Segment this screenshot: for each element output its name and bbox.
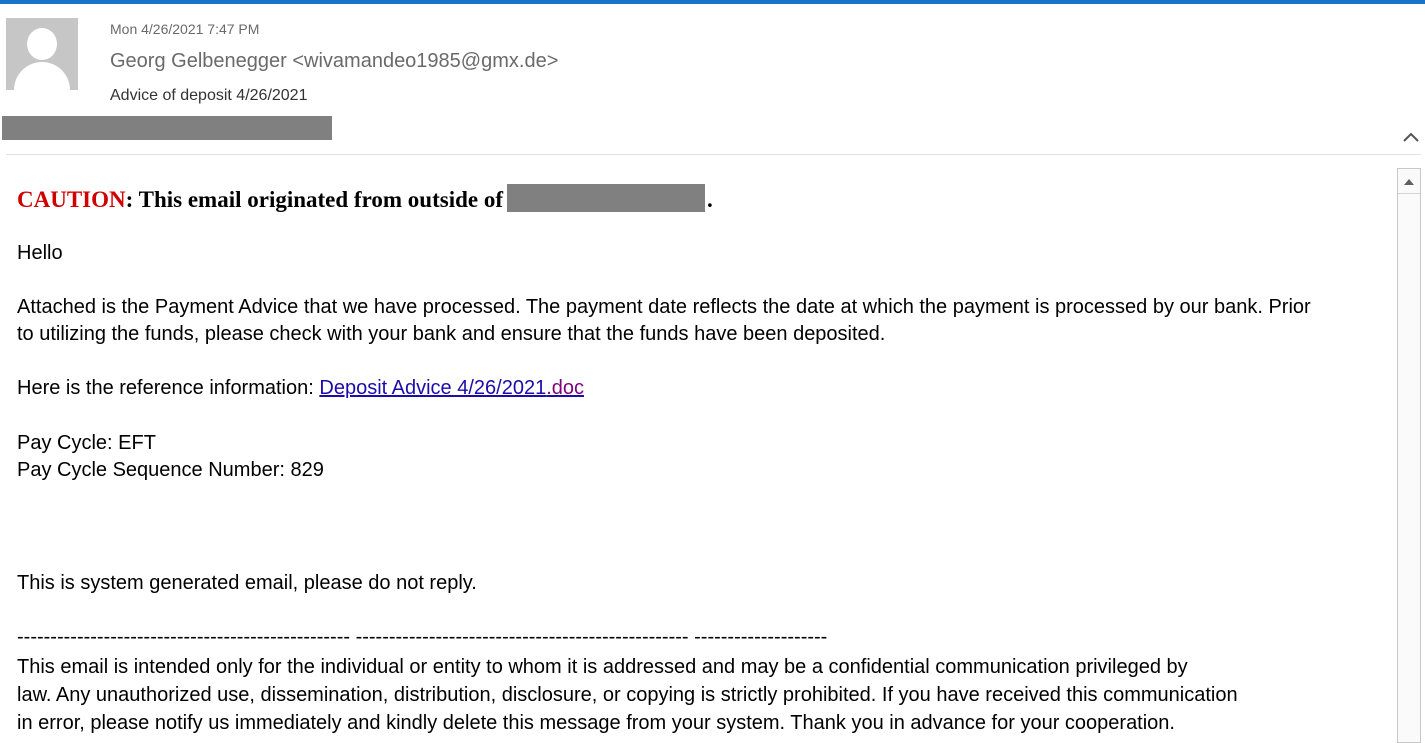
body-paragraph: Attached is the Payment Advice that we h… — [17, 294, 1311, 348]
body-paragraph-line-2: to utilizing the funds, please check wit… — [17, 323, 886, 345]
pay-cycle-sequence: Pay Cycle Sequence Number: 829 — [17, 459, 324, 481]
header-divider — [6, 154, 1421, 155]
message-subject: Advice of deposit 4/26/2021 — [110, 87, 308, 104]
sender-name[interactable]: Georg Gelbenegger <wivamandeo1985@gmx.de… — [110, 50, 558, 73]
deposit-advice-link[interactable]: Deposit Advice 4/26/2021.doc — [319, 377, 584, 399]
body-paragraph-line-1: Attached is the Payment Advice that we h… — [17, 296, 1311, 318]
external-email-banner: CAUTION: This email originated from outs… — [17, 184, 713, 213]
caution-label: CAUTION — [17, 187, 126, 212]
reference-label: Here is the reference information: — [17, 377, 320, 399]
vertical-scrollbar[interactable] — [1397, 168, 1421, 743]
disclaimer-line-2: law. Any unauthorized use, dissemination… — [17, 684, 1238, 706]
redacted-organization — [507, 184, 705, 212]
separator-dashes: ----------------------------------------… — [17, 626, 828, 648]
message-date: Mon 4/26/2021 7:47 PM — [110, 21, 260, 37]
reference-line: Here is the reference information: Depos… — [17, 375, 584, 402]
caution-end: . — [707, 187, 713, 212]
window-accent-bar — [0, 0, 1425, 4]
disclaimer: This email is intended only for the indi… — [17, 653, 1238, 737]
caution-text: : This email originated from outside of — [125, 187, 503, 212]
link-text: Deposit Advice 4/26/2021 — [319, 377, 547, 399]
scroll-up-button[interactable] — [1398, 169, 1420, 194]
collapse-header-button[interactable] — [1398, 124, 1424, 150]
system-note: This is system generated email, please d… — [17, 572, 477, 594]
redacted-recipient — [2, 116, 332, 140]
disclaimer-line-1: This email is intended only for the indi… — [17, 656, 1188, 678]
greeting: Hello — [17, 242, 63, 264]
disclaimer-line-3: in error, please notify us immediately a… — [17, 712, 1175, 734]
pay-cycle-block: Pay Cycle: EFT Pay Cycle Sequence Number… — [17, 430, 324, 484]
link-extension: .doc — [546, 377, 585, 399]
sender-avatar — [6, 18, 78, 90]
chevron-up-icon — [1403, 132, 1419, 142]
pay-cycle: Pay Cycle: EFT — [17, 432, 156, 454]
triangle-up-icon — [1404, 178, 1414, 185]
